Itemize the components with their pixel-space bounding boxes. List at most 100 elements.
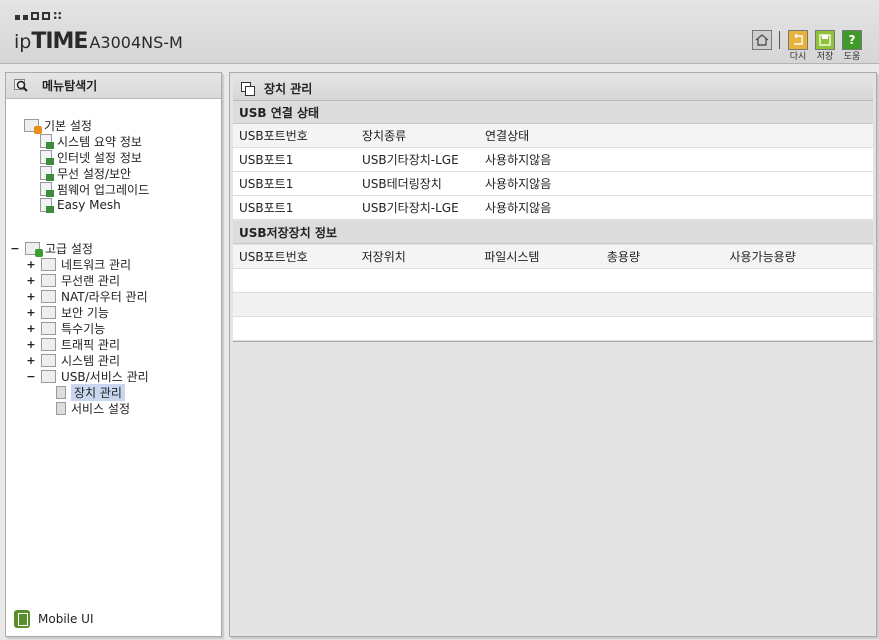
system-folder-icon [41, 353, 56, 367]
tree-item-label: 인터넷 설정 정보 [57, 150, 142, 165]
tree-item-label: 특수기능 [61, 321, 106, 336]
mobile-ui-label: Mobile UI [38, 612, 94, 626]
expand-toggle[interactable]: + [26, 290, 36, 303]
tree-item-usb-service[interactable]: − USB/서비스 관리 [26, 368, 149, 384]
column-header: USB포트번호 [239, 250, 308, 264]
brand-logo: ipTIME A3004NS-M [14, 29, 183, 54]
tree-item-wireless-lan[interactable]: + 무선랜 관리 [26, 272, 120, 288]
column-header: 장치종류 [362, 129, 407, 143]
tree-advanced-settings[interactable]: − 고급 설정 [10, 240, 93, 257]
tree-item-label: Easy Mesh [57, 198, 121, 212]
table-cell: 사용하지않음 [485, 177, 552, 191]
tree-item-system-summary[interactable]: 시스템 요약 정보 [40, 133, 142, 149]
tree-item-label: USB/서비스 관리 [61, 369, 149, 384]
collapse-toggle[interactable]: − [26, 370, 36, 383]
traffic-folder-icon [41, 337, 56, 351]
table-row: USB포트1 USB기타장치-LGE 사용하지않음 [233, 148, 873, 172]
usb-status-header-row: USB포트번호 장치종류 연결상태 [233, 124, 873, 148]
column-header: 파일시스템 [484, 250, 540, 264]
table-cell: USB기타장치-LGE [362, 201, 459, 215]
tree-item-label: 시스템 요약 정보 [57, 134, 142, 149]
save-icon [819, 34, 831, 46]
folder-settings-icon [24, 118, 42, 134]
wifi-folder-icon [41, 273, 56, 287]
wifi-page-icon [40, 166, 54, 181]
lock-folder-icon [41, 305, 56, 319]
tree-item-wireless-security[interactable]: 무선 설정/보안 [40, 165, 131, 181]
brand-time: TIME [31, 29, 88, 54]
tree-item-network[interactable]: + 네트워크 관리 [26, 256, 131, 272]
table-cell: USB포트1 [239, 177, 294, 191]
tree-item-label: 무선랜 관리 [61, 273, 121, 288]
tree-item-label-selected: 장치 관리 [71, 383, 125, 401]
search-icon [14, 78, 28, 92]
tree-item-label: 펌웨어 업그레이드 [57, 182, 150, 197]
help-label[interactable]: 도움 [839, 49, 865, 62]
save-button[interactable] [815, 30, 835, 50]
mesh-page-icon [40, 198, 54, 213]
menu-explorer-title: 메뉴탐색기 [42, 79, 98, 93]
tree-item-label: 네트워크 관리 [61, 257, 132, 272]
table-cell: USB포트1 [239, 201, 294, 215]
home-icon [755, 34, 769, 46]
expand-toggle[interactable]: + [26, 258, 36, 271]
help-button[interactable]: ? [842, 30, 862, 50]
undo-icon [794, 33, 803, 45]
tree-basic-settings-label: 기본 설정 [44, 118, 92, 133]
tree-item-nat-router[interactable]: + NAT/라우터 관리 [26, 288, 148, 304]
model-name: A3004NS-M [89, 33, 183, 52]
table-cell: 사용하지않음 [485, 201, 552, 215]
undo-button[interactable] [788, 30, 808, 50]
home-button[interactable] [752, 30, 772, 50]
expand-toggle[interactable]: + [26, 354, 36, 367]
column-header: USB포트번호 [239, 129, 308, 143]
column-header: 연결상태 [485, 129, 530, 143]
network-folder-icon [41, 257, 56, 271]
tree-basic-settings[interactable]: 기본 설정 [24, 117, 92, 134]
toolbar-divider [779, 31, 780, 49]
tree-item-internet-info[interactable]: 인터넷 설정 정보 [40, 149, 142, 165]
expand-toggle[interactable]: + [26, 274, 36, 287]
empty-table-row [233, 293, 873, 317]
mobile-ui-link[interactable]: Mobile UI [14, 610, 94, 628]
chart-page-icon [40, 134, 54, 149]
expand-toggle[interactable]: + [26, 322, 36, 335]
tree-item-traffic[interactable]: + 트래픽 관리 [26, 336, 120, 352]
tree-item-firmware-upgrade[interactable]: 펌웨어 업그레이드 [40, 181, 149, 197]
main-panel: 장치 관리 USB 연결 상태 USB포트번호 장치종류 연결상태 USB포트1… [229, 72, 877, 637]
upgrade-page-icon [40, 182, 54, 197]
page-title: 장치 관리 [264, 81, 313, 96]
tree-item-device-management[interactable]: 장치 관리 [56, 383, 125, 401]
empty-table-row [233, 269, 873, 293]
table-cell: USB기타장치-LGE [362, 153, 459, 167]
collapse-toggle[interactable]: − [10, 242, 20, 255]
brand-ip: ip [14, 31, 32, 53]
empty-table-row [233, 317, 873, 341]
tree-item-service-settings[interactable]: 서비스 설정 [56, 400, 130, 416]
tree-item-system[interactable]: + 시스템 관리 [26, 352, 120, 368]
usb-storage-header-row: USB포트번호 저장위치 파일시스템 총용량 사용가능용량 [233, 245, 873, 269]
usb-folder-icon [41, 369, 56, 383]
folder-advanced-icon [25, 241, 43, 257]
tree-advanced-settings-label: 고급 설정 [45, 241, 93, 256]
table-cell: USB포트1 [239, 153, 294, 167]
table-row: USB포트1 USB기타장치-LGE 사용하지않음 [233, 196, 873, 220]
table-bottom-border [233, 341, 873, 342]
undo-label[interactable]: 다시 [785, 49, 811, 62]
logo-mark [15, 11, 62, 20]
expand-toggle[interactable]: + [26, 306, 36, 319]
menu-explorer-header: 메뉴탐색기 [6, 73, 221, 99]
tree-item-special[interactable]: + 특수기능 [26, 320, 105, 336]
column-header: 사용가능용량 [729, 250, 796, 264]
monitor-page-icon [40, 150, 54, 165]
tree-item-label: 트래픽 관리 [61, 337, 121, 352]
mobile-phone-icon [14, 610, 30, 628]
tree-item-label: 무선 설정/보안 [57, 166, 132, 181]
tree-item-easy-mesh[interactable]: Easy Mesh [40, 197, 121, 213]
tree-item-label: NAT/라우터 관리 [61, 289, 148, 304]
usb-storage-section-title: USB저장장치 정보 [233, 221, 873, 244]
tree-item-security[interactable]: + 보안 기능 [26, 304, 109, 320]
save-label[interactable]: 저장 [812, 49, 838, 62]
expand-toggle[interactable]: + [26, 338, 36, 351]
usb-status-section-title: USB 연결 상태 [233, 101, 873, 124]
